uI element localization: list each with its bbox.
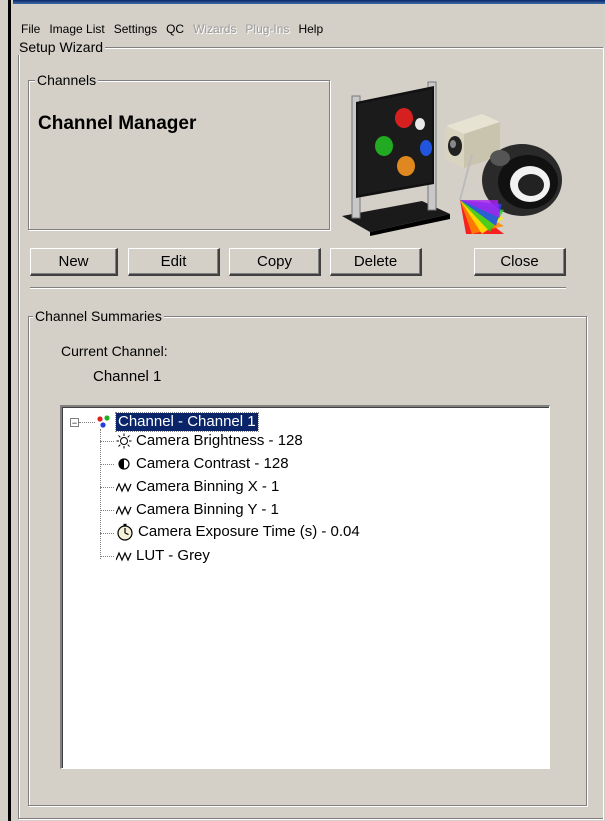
separator bbox=[30, 287, 566, 289]
copy-button[interactable]: Copy bbox=[229, 248, 321, 276]
menu-help[interactable]: Help bbox=[295, 20, 326, 38]
brightness-icon bbox=[116, 433, 132, 449]
tree-node-label: Camera Binning X - 1 bbox=[136, 478, 280, 495]
channel-tree-view[interactable]: − Channel - Channel 1 Camera Brightness … bbox=[60, 405, 550, 769]
wave-icon bbox=[116, 505, 132, 516]
menu-plug-ins: Plug-Ins bbox=[245, 22, 290, 36]
rgb-dots-icon bbox=[97, 415, 110, 428]
tree-node-brightness[interactable]: Camera Brightness - 128 bbox=[116, 432, 303, 450]
menu-wizards: Wizards bbox=[193, 22, 237, 36]
channel-manager-heading: Channel Manager bbox=[38, 113, 197, 134]
menu-settings[interactable]: Settings bbox=[111, 20, 160, 38]
tree-node-exposure[interactable]: Camera Exposure Time (s) - 0.04 bbox=[116, 523, 360, 541]
tree-node-binning-x[interactable]: Camera Binning X - 1 bbox=[116, 478, 279, 496]
tree-guide-line bbox=[100, 429, 101, 559]
menu-qc[interactable]: QC bbox=[163, 20, 187, 38]
tree-node-label: Camera Binning Y - 1 bbox=[136, 501, 279, 518]
delete-button[interactable]: Delete bbox=[330, 248, 422, 276]
collapse-toggle-icon[interactable]: − bbox=[70, 418, 79, 428]
channels-group-title: Channels bbox=[35, 72, 99, 88]
menu-file[interactable]: File bbox=[18, 20, 43, 38]
current-channel-value: Channel 1 bbox=[93, 368, 162, 385]
wave-icon bbox=[116, 482, 132, 493]
tree-node-binning-y[interactable]: Camera Binning Y - 1 bbox=[116, 501, 279, 519]
tree-root-node[interactable]: Channel - Channel 1 bbox=[96, 412, 259, 432]
window-left-edge bbox=[0, 0, 13, 821]
channels-group: Channels bbox=[28, 72, 330, 230]
menu-image-list[interactable]: Image List bbox=[46, 20, 107, 38]
stopwatch-icon bbox=[117, 523, 133, 541]
tree-root-label: Channel - Channel 1 bbox=[115, 412, 259, 432]
title-bar-strip bbox=[0, 0, 605, 4]
camera-illustration-icon bbox=[342, 81, 562, 236]
new-button[interactable]: New bbox=[30, 248, 118, 276]
tree-node-label: LUT - Grey bbox=[136, 547, 210, 564]
tree-node-label: Camera Exposure Time (s) - 0.04 bbox=[138, 523, 360, 540]
tree-node-contrast[interactable]: Camera Contrast - 128 bbox=[116, 455, 289, 473]
edit-button[interactable]: Edit bbox=[128, 248, 220, 276]
tree-node-lut[interactable]: LUT - Grey bbox=[116, 547, 210, 565]
menu-bar: File Image List Settings QC Wizards Plug… bbox=[18, 20, 329, 38]
tree-node-label: Camera Contrast - 128 bbox=[136, 455, 289, 472]
setup-wizard-title: Setup Wizard bbox=[17, 39, 106, 55]
channel-summaries-title: Channel Summaries bbox=[33, 308, 164, 324]
close-button[interactable]: Close bbox=[474, 248, 566, 276]
current-channel-label: Current Channel: bbox=[61, 343, 168, 359]
tree-node-label: Camera Brightness - 128 bbox=[136, 432, 303, 449]
contrast-icon bbox=[118, 458, 130, 470]
wave-icon bbox=[116, 551, 132, 562]
